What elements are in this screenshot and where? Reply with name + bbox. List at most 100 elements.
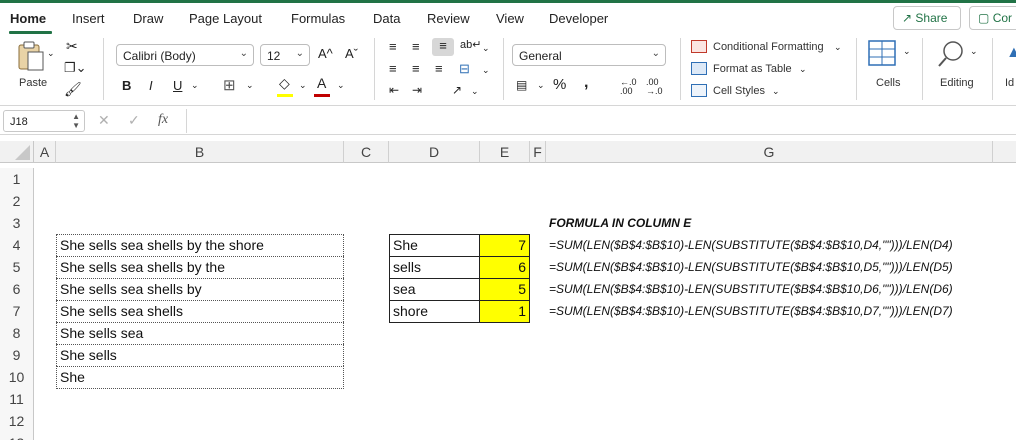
cell-g4[interactable]: =SUM(LEN($B$4:$B$10)-LEN(SUBSTITUTE($B$4…	[546, 234, 1006, 256]
column-header-e[interactable]: E	[480, 141, 530, 163]
cell-g5[interactable]: =SUM(LEN($B$4:$B$10)-LEN(SUBSTITUTE($B$4…	[546, 256, 1006, 278]
cell-b9[interactable]: She sells	[56, 344, 344, 366]
cell-e4[interactable]: 7	[480, 234, 530, 256]
cell-b6[interactable]: She sells sea shells by	[56, 278, 344, 300]
chevron-down-icon[interactable]: ⌄	[47, 48, 55, 59]
number-format-dropdown[interactable]: General ⌄	[512, 44, 666, 66]
row-header-5[interactable]: 5	[0, 256, 34, 278]
row-header-7[interactable]: 7	[0, 300, 34, 322]
align-bottom-icon[interactable]: ≡	[432, 38, 454, 56]
tab-draw[interactable]: Draw	[133, 11, 163, 26]
decrease-decimal-button[interactable]: .00 →.0	[646, 78, 664, 96]
row-header-8[interactable]: 8	[0, 322, 34, 344]
row-header-11[interactable]: 11	[0, 388, 34, 410]
column-header-d[interactable]: D	[389, 141, 480, 163]
column-header-b[interactable]: B	[56, 141, 344, 163]
underline-button[interactable]: U	[173, 78, 182, 93]
comma-style-button[interactable]: ,	[584, 74, 588, 92]
chevron-down-icon[interactable]: ⌄	[191, 80, 199, 91]
tab-review[interactable]: Review	[427, 11, 470, 26]
italic-button[interactable]: I	[149, 78, 153, 93]
align-top-icon[interactable]: ≡	[389, 39, 397, 54]
chevron-down-icon[interactable]: ⌄	[482, 43, 490, 54]
tab-data[interactable]: Data	[373, 11, 400, 26]
name-box[interactable]: J18 ▲ ▼	[3, 110, 85, 132]
row-header-13[interactable]: 13	[0, 432, 34, 440]
tab-developer[interactable]: Developer	[549, 11, 608, 26]
cell-d5[interactable]: sells	[389, 256, 480, 278]
comments-button[interactable]: ▢ Cor	[969, 6, 1016, 30]
orientation-icon[interactable]: ↗	[452, 83, 462, 97]
cell-d6[interactable]: sea	[389, 278, 480, 300]
insert-function-icon[interactable]: fx	[158, 112, 168, 128]
chevron-down-icon[interactable]: ⌄	[299, 80, 307, 91]
borders-icon[interactable]: ⊞	[223, 76, 236, 94]
cell-styles-label: Cell Styles	[713, 85, 765, 97]
chevron-down-icon[interactable]: ⌄	[246, 80, 254, 91]
cell-e5[interactable]: 6	[480, 256, 530, 278]
cell-b8[interactable]: She sells sea	[56, 322, 344, 344]
cell-b5[interactable]: She sells sea shells by the	[56, 256, 344, 278]
cell-d4[interactable]: She	[389, 234, 480, 256]
grow-font-button[interactable]: A^	[318, 46, 333, 61]
editing-label: Editing	[940, 77, 974, 89]
row-header-10[interactable]: 10	[0, 366, 34, 388]
column-header-a[interactable]: A	[34, 141, 56, 163]
chevron-down-icon[interactable]: ⌄	[482, 65, 490, 76]
tab-page-layout[interactable]: Page Layout	[189, 11, 262, 26]
share-button[interactable]: ↗ Share	[893, 6, 961, 30]
chevron-down-icon[interactable]: ⌄	[471, 86, 479, 97]
cell-g6[interactable]: =SUM(LEN($B$4:$B$10)-LEN(SUBSTITUTE($B$4…	[546, 278, 1006, 300]
merge-center-icon[interactable]: ⊟	[459, 61, 470, 77]
cancel-icon[interactable]: ✕	[98, 112, 110, 129]
cell-b7[interactable]: She sells sea shells	[56, 300, 344, 322]
chevron-down-icon: ⌄	[970, 46, 978, 56]
align-center-icon[interactable]: ≡	[412, 61, 420, 76]
chevron-down-icon[interactable]: ⌄	[537, 80, 545, 91]
chevron-down-icon[interactable]: ⌄	[337, 80, 345, 91]
tab-insert[interactable]: Insert	[72, 11, 105, 26]
tab-view[interactable]: View	[496, 11, 524, 26]
cut-icon[interactable]: ✂	[66, 38, 78, 55]
increase-decimal-button[interactable]: ←.0 .00	[620, 78, 638, 96]
copy-icon[interactable]: ❐⌄	[64, 60, 87, 76]
bold-button[interactable]: B	[122, 78, 131, 93]
align-right-icon[interactable]: ≡	[435, 61, 443, 76]
row-header-6[interactable]: 6	[0, 278, 34, 300]
column-header-c[interactable]: C	[344, 141, 389, 163]
format-painter-icon[interactable]: 🖌	[64, 81, 82, 98]
row-header-12[interactable]: 12	[0, 410, 34, 432]
column-header-next[interactable]	[993, 141, 1016, 163]
cell-e6[interactable]: 5	[480, 278, 530, 300]
shrink-font-button[interactable]: Aˇ	[345, 46, 358, 61]
chevron-down-icon: ⌄	[295, 48, 304, 59]
accounting-format-icon[interactable]: ▤	[516, 78, 527, 92]
enter-icon[interactable]: ✓	[128, 112, 140, 129]
column-header-g[interactable]: G	[546, 141, 993, 163]
percent-style-button[interactable]: %	[553, 76, 566, 93]
column-header-f[interactable]: F	[530, 141, 546, 163]
select-all-corner[interactable]	[0, 141, 34, 163]
tab-formulas[interactable]: Formulas	[291, 11, 345, 26]
row-header-9[interactable]: 9	[0, 344, 34, 366]
cell-g7[interactable]: =SUM(LEN($B$4:$B$10)-LEN(SUBSTITUTE($B$4…	[546, 300, 1006, 322]
increase-indent-icon[interactable]: ⇥	[412, 83, 422, 97]
font-name-dropdown[interactable]: Calibri (Body) ⌄	[116, 44, 254, 66]
font-size-dropdown[interactable]: 12 ⌄	[260, 44, 310, 66]
cell-d7[interactable]: shore	[389, 300, 480, 323]
cell-e7[interactable]: 1	[480, 300, 530, 323]
row-header-3[interactable]: 3	[0, 212, 34, 234]
cell-b4[interactable]: She sells sea shells by the shore	[56, 234, 344, 256]
cell-b10[interactable]: She	[56, 366, 344, 389]
tab-home[interactable]: Home	[10, 11, 46, 26]
row-header-1[interactable]: 1	[0, 168, 34, 190]
row-header-2[interactable]: 2	[0, 190, 34, 212]
format-as-table-icon	[691, 62, 707, 75]
align-left-icon[interactable]: ≡	[389, 61, 397, 76]
cell-g3[interactable]: FORMULA IN COLUMN E	[546, 212, 1006, 234]
wrap-text-icon[interactable]: ab↵	[460, 38, 481, 51]
formula-input[interactable]	[186, 109, 1012, 133]
decrease-indent-icon[interactable]: ⇤	[389, 83, 399, 97]
align-middle-icon[interactable]: ≡	[412, 39, 420, 54]
row-header-4[interactable]: 4	[0, 234, 34, 256]
